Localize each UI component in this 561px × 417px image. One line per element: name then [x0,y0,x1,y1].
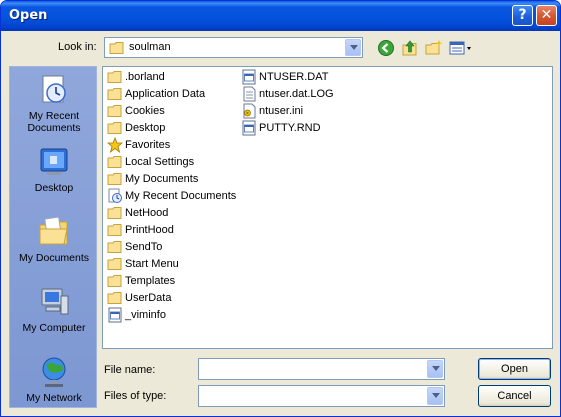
look-in-label: Look in: [58,41,97,53]
file-name-text: PrintHood [125,224,174,236]
file-icon [242,120,256,136]
place-my-documents[interactable]: My Documents [10,215,98,264]
close-button[interactable]: ✕ [536,5,557,26]
file-name-text: ntuser.ini [259,105,304,117]
file-type-label: Files of type: [104,390,167,402]
place-label: My Computer [22,322,86,334]
ini-file-icon [243,103,256,119]
places-bar: My Recent Documents Desktop My Documents [9,66,97,408]
file-name-text: .borland [125,71,165,83]
chevron-down-icon[interactable] [427,360,443,378]
folder-icon [107,88,122,100]
file-name-text: Application Data [125,88,206,100]
file-name-text: Cookies [125,105,165,117]
file-name-text: UserData [125,292,172,304]
folder-icon [107,258,122,270]
place-label: Documents [27,122,81,134]
folder-icon [107,122,122,134]
folder-icon [107,207,122,219]
help-button[interactable]: ? [512,5,533,26]
chevron-down-icon[interactable] [427,387,443,405]
look-in-value: soulman [129,41,171,53]
place-desktop[interactable]: Desktop [10,145,98,194]
my-network-icon [42,357,66,387]
place-label: My Documents [18,252,90,264]
new-folder-icon[interactable] [425,39,443,57]
file-name-text: PUTTY.RND [259,122,321,134]
place-my-recent-documents[interactable]: My Recent Documents [10,73,98,134]
file-name-text: Desktop [125,122,166,134]
folder-icon [107,275,122,287]
file-name-text: Templates [125,275,176,287]
place-label: My Recent [28,110,80,122]
window-title: Open [9,8,48,23]
file-name-text: _viminfo [125,309,166,321]
file-name-text: My Documents [125,173,199,185]
file-name-text: SendTo [125,241,163,253]
recent-icon [108,188,122,203]
file-name-input[interactable] [198,358,445,380]
folder-icon [107,173,122,185]
file-icon [108,307,122,323]
title-bar[interactable]: Open ? ✕ [1,1,560,31]
folder-icon [107,292,122,304]
file-name-text: NTUSER.DAT [259,71,329,83]
file-name-text: NetHood [125,207,169,219]
place-label: My Network [26,392,82,404]
chevron-down-icon[interactable] [345,39,361,56]
folder-icon [109,42,124,54]
file-icon [242,69,256,85]
file-list[interactable]: .borland Application Data Cookies Desktop Fa… [102,66,553,349]
recent-documents-icon [42,75,66,103]
back-icon[interactable] [377,39,395,57]
place-my-computer[interactable]: My Computer [10,285,98,334]
my-documents-icon [39,216,68,245]
folder-icon [107,71,122,83]
folder-icon [107,105,122,117]
desktop-icon [40,148,68,175]
file-name-text: ntuser.dat.LOG [259,88,334,100]
up-folder-icon[interactable] [401,39,419,57]
place-label: Desktop [34,182,74,194]
my-computer-icon [41,288,69,315]
folder-icon [107,224,122,236]
file-name-text: Start Menu [125,258,179,270]
cancel-button[interactable]: Cancel [478,385,551,407]
open-button[interactable]: Open [478,358,551,380]
file-name-label: File name: [104,364,156,376]
file-name-text: Local Settings [125,156,195,168]
folder-icon [107,241,122,253]
place-my-network[interactable]: My Network [10,355,98,404]
text-file-icon [243,86,256,102]
star-icon [107,137,123,153]
open-dialog: Open ? ✕ Look in: soulman My Recent Docu… [0,0,561,417]
file-name-text: Favorites [125,139,171,151]
file-type-dropdown[interactable] [198,385,445,407]
folder-icon [107,156,122,168]
look-in-dropdown[interactable]: soulman [104,37,363,58]
file-name-text: My Recent Documents [125,190,237,202]
view-menu-icon[interactable] [449,39,473,57]
